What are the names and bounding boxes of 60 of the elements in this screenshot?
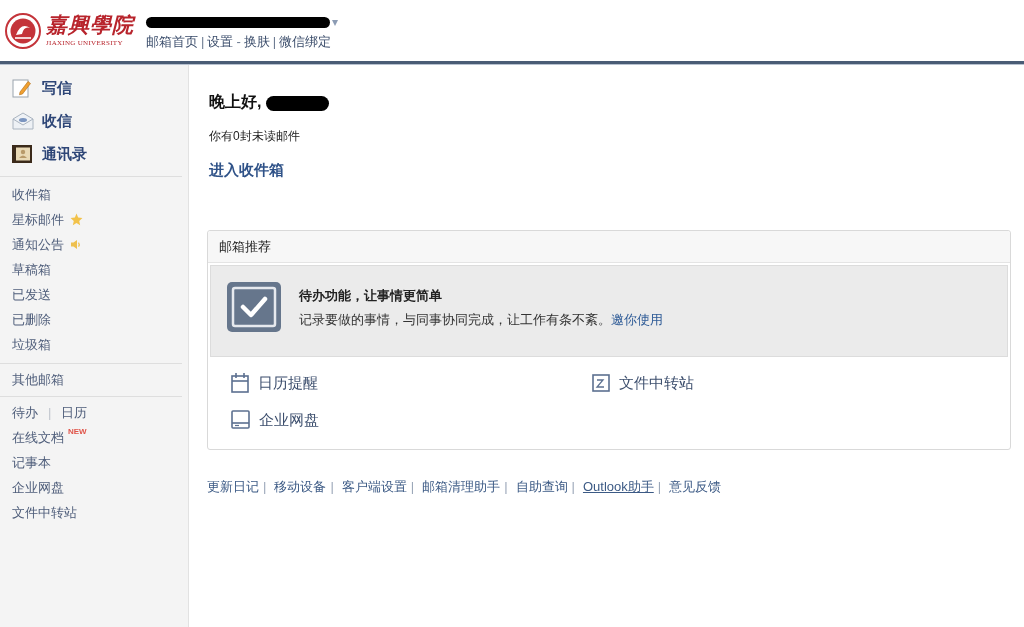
footer-link[interactable]: 移动设备: [274, 477, 327, 497]
panel-title: 邮箱推荐: [219, 237, 271, 256]
link-separator: |: [571, 478, 575, 496]
sidebar-item[interactable]: 已发送: [12, 285, 51, 304]
speaker-icon: [70, 239, 81, 250]
sidebar-item[interactable]: 在线文档: [12, 428, 64, 447]
link-separator: |: [200, 33, 206, 51]
calendar-icon: [231, 372, 249, 393]
link-separator: |: [263, 478, 267, 496]
sidebar-item[interactable]: 草稿箱: [12, 260, 51, 279]
link-separator: |: [271, 33, 278, 51]
footer-link[interactable]: 客户端设置: [341, 477, 407, 497]
header-link[interactable]: 邮箱首页: [146, 33, 198, 51]
file-transfer-icon: [592, 373, 610, 392]
sidebar-item[interactable]: 企业网盘: [12, 478, 64, 497]
checkbox-icon: [227, 282, 281, 332]
footer-link[interactable]: Outlook助手: [582, 477, 654, 497]
sidebar-item[interactable]: 垃圾箱: [12, 335, 51, 354]
redaction-mark: [266, 95, 330, 111]
header-link[interactable]: 换肤: [243, 33, 270, 51]
promo-title: 待办功能，让事情更简单: [299, 287, 442, 305]
sidebar-item[interactable]: 已删除: [12, 310, 51, 329]
university-seal-icon: [5, 12, 41, 49]
unread-count-text: 你有0封未读邮件: [209, 128, 300, 145]
link-separator: -: [235, 33, 242, 51]
sidebar-item[interactable]: 通知公告: [12, 235, 81, 254]
header-link[interactable]: 微信绑定: [279, 33, 332, 51]
sidebar-item[interactable]: 日历: [61, 403, 88, 422]
invite-link[interactable]: 邀你使用: [611, 312, 663, 327]
footer-link[interactable]: 自助查询: [515, 477, 568, 497]
logo-title: 嘉興學院: [46, 13, 134, 37]
new-label: NEW: [68, 427, 87, 436]
link-separator: |: [47, 403, 53, 422]
inbox-link[interactable]: 进入收件箱: [209, 159, 284, 181]
sidebar-item[interactable]: 待办: [12, 403, 38, 422]
sidebar-action[interactable]: 通讯录: [42, 143, 87, 164]
link-separator: |: [657, 478, 662, 496]
sidebar-item[interactable]: 文件中转站: [12, 503, 77, 522]
footer-link[interactable]: 邮箱清理助手: [422, 477, 501, 497]
star-icon: [70, 213, 83, 226]
app-link[interactable]: 企业网盘: [231, 409, 319, 430]
sidebar-item[interactable]: 收件箱: [12, 185, 51, 204]
sidebar-action[interactable]: 收信: [42, 110, 72, 131]
sidebar-item[interactable]: 星标邮件: [12, 210, 83, 229]
greeting-text: 晚上好,: [209, 92, 262, 112]
footer-link[interactable]: 意见反馈: [669, 477, 722, 497]
footer-link[interactable]: 更新日记: [207, 477, 259, 497]
contact-card-icon: [12, 144, 32, 163]
app-link[interactable]: 日历提醒: [231, 372, 318, 393]
sidebar-item[interactable]: 记事本: [12, 453, 51, 472]
notepad-pencil-icon: [12, 77, 32, 98]
link-separator: |: [504, 478, 508, 496]
sidebar-item[interactable]: 其他邮箱: [12, 370, 64, 389]
app-link[interactable]: 文件中转站: [592, 372, 694, 393]
link-separator: |: [410, 478, 415, 496]
promo-description: 记录要做的事情，与同事协同完成，让工作有条不紊。邀你使用: [299, 311, 663, 329]
header-link[interactable]: 设置: [207, 33, 234, 51]
link-separator: |: [330, 478, 334, 496]
open-envelope-icon: [12, 111, 34, 130]
sidebar-action[interactable]: 写信: [42, 77, 72, 98]
